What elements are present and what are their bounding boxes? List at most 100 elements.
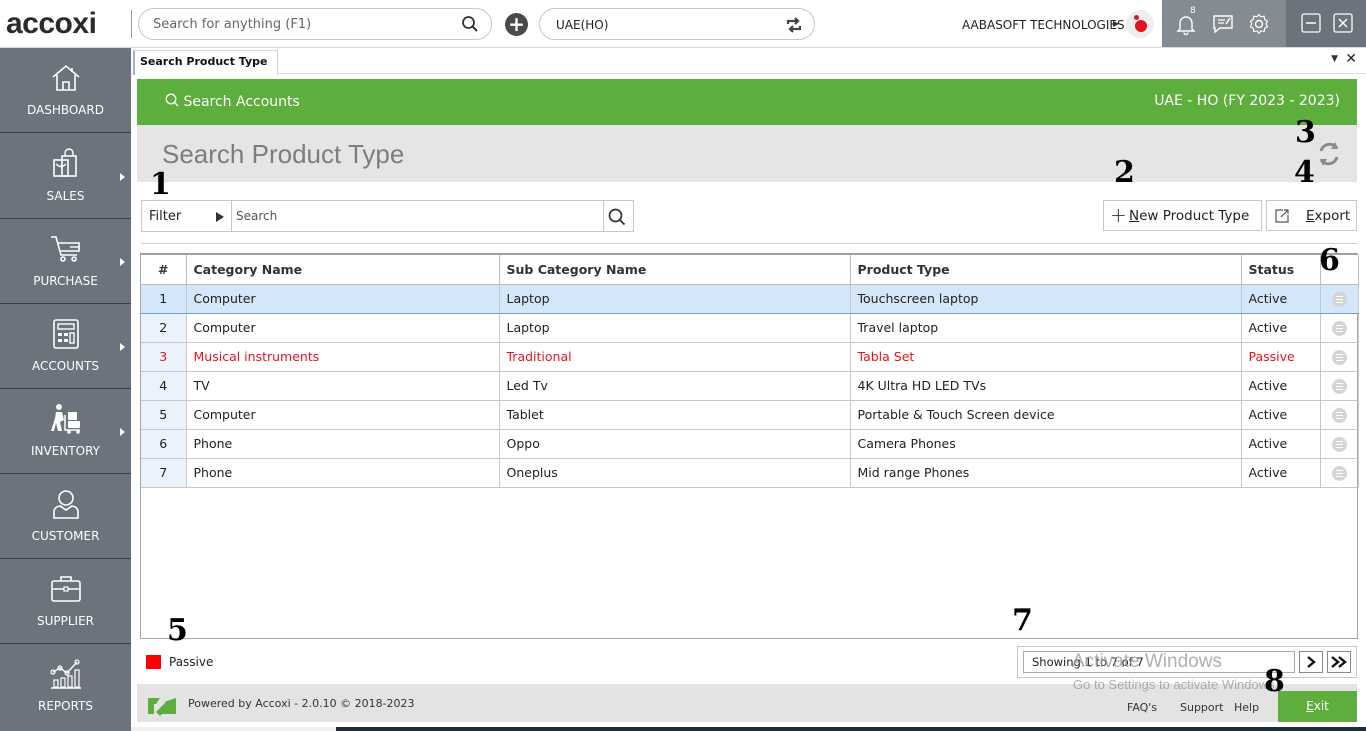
category-cell: Computer — [186, 313, 500, 343]
bell-icon[interactable] — [1176, 13, 1196, 38]
close-window-icon[interactable] — [1333, 13, 1353, 36]
row-menu-icon[interactable] — [1331, 291, 1347, 307]
table-row[interactable]: 3 Musical instruments Traditional Tabla Set… — [141, 342, 1359, 372]
sidebar-item-sales[interactable]: SALES — [0, 134, 131, 219]
tab-list-dropdown-icon[interactable]: ▼ — [1331, 54, 1338, 64]
submenu-arrow-icon — [120, 258, 125, 266]
row-menu-icon[interactable] — [1331, 465, 1347, 481]
filter-expand-icon[interactable] — [216, 212, 224, 222]
product-type-cell: Travel laptop — [850, 313, 1242, 343]
global-search-placeholder: Search for anything (F1) — [153, 17, 312, 32]
status-cell: Active — [1241, 458, 1321, 488]
column-header-category[interactable]: Category Name — [186, 255, 500, 285]
company-name[interactable]: AABASOFT TECHNOLOGIES — [962, 18, 1125, 32]
table-row[interactable]: 5 Computer Tablet Portable & Touch Screen d… — [141, 400, 1359, 430]
gear-icon[interactable] — [1248, 13, 1270, 38]
global-search-input[interactable]: Search for anything (F1) — [138, 8, 492, 40]
column-header-sub-category[interactable]: Sub Category Name — [499, 255, 851, 285]
table-row[interactable]: 2 Computer Laptop Travel laptop Active — [141, 313, 1359, 343]
row-number: 1 — [141, 284, 187, 314]
sidebar-item-customer[interactable]: CUSTOMER — [0, 474, 131, 559]
sidebar-item-inventory[interactable]: INVENTORY — [0, 389, 131, 474]
export-icon — [1274, 208, 1290, 228]
sidebar-item-accounts[interactable]: ACCOUNTS — [0, 304, 131, 389]
company-caret-icon[interactable]: ▶ — [1113, 19, 1119, 28]
search-accounts-link[interactable]: Search Accounts — [165, 93, 300, 110]
annotation-marker-6: 6 — [1319, 243, 1340, 278]
sidebar-item-purchase[interactable]: PURCHASE — [0, 219, 131, 304]
sidebar-item-reports[interactable]: REPORTS — [0, 644, 131, 729]
table-row[interactable]: 4 TV Led Tv 4K Ultra HD LED TVs Active — [141, 371, 1359, 401]
user-icon — [53, 490, 79, 519]
sub-category-cell: Laptop — [499, 313, 851, 343]
os-taskbar — [131, 727, 1366, 731]
search-icon[interactable] — [461, 15, 479, 36]
sidebar-label: REPORTS — [37, 699, 93, 713]
sidebar-item-dashboard[interactable]: DASHBOARD — [0, 48, 131, 133]
status-cell: Active — [1241, 371, 1321, 401]
column-header-product-type[interactable]: Product Type — [850, 255, 1242, 285]
user-avatar[interactable] — [1126, 10, 1154, 38]
shopping-bag-icon — [53, 148, 77, 177]
category-cell: Computer — [186, 284, 500, 314]
window-controls — [1286, 0, 1366, 47]
message-icon[interactable] — [1212, 13, 1234, 38]
row-number: 5 — [141, 400, 187, 430]
column-header-number[interactable]: # — [141, 255, 187, 285]
table-row[interactable]: 1 Computer Laptop Touchscreen laptop Active — [141, 284, 1359, 314]
table-row[interactable]: 7 Phone Oneplus Mid range Phones Active — [141, 458, 1359, 488]
new-product-type-button[interactable]: + New Product Type — [1103, 200, 1262, 231]
last-page-button[interactable] — [1327, 651, 1351, 673]
row-actions-cell — [1320, 400, 1359, 430]
powered-by-text: Powered by Accoxi - 2.0.10 © 2018-2023 — [188, 697, 415, 710]
support-link[interactable]: Support — [1180, 701, 1223, 714]
row-menu-icon[interactable] — [1331, 378, 1347, 394]
category-cell: Musical instruments — [186, 342, 500, 372]
row-menu-icon[interactable] — [1331, 436, 1347, 452]
status-cell: Active — [1241, 429, 1321, 459]
faqs-link[interactable]: FAQ's — [1127, 701, 1157, 714]
status-cell: Active — [1241, 284, 1321, 314]
row-menu-icon[interactable] — [1331, 349, 1347, 365]
tab-search-product-type[interactable]: Search Product Type — [133, 50, 279, 75]
add-new-icon[interactable]: + — [505, 13, 528, 36]
row-actions-cell — [1320, 429, 1359, 459]
minimize-icon[interactable] — [1301, 13, 1321, 36]
product-type-cell: Portable & Touch Screen device — [850, 400, 1242, 430]
activate-windows-watermark: Activate Windows — [1072, 651, 1222, 672]
sub-category-cell: Led Tv — [499, 371, 851, 401]
sub-category-cell: Laptop — [499, 284, 851, 314]
category-cell: Computer — [186, 400, 500, 430]
search-accounts-label: Search Accounts — [183, 94, 300, 110]
new-button-accesskey: N — [1129, 208, 1140, 224]
annotation-marker-4: 4 — [1294, 155, 1315, 190]
row-menu-icon[interactable] — [1331, 320, 1347, 336]
close-tab-icon[interactable]: ✕ — [1345, 51, 1357, 67]
chevron-right-icon — [1307, 656, 1316, 668]
annotation-marker-2: 2 — [1114, 155, 1135, 190]
export-button[interactable]: Export — [1266, 200, 1357, 231]
row-menu-icon[interactable] — [1331, 407, 1347, 423]
search-input[interactable] — [236, 204, 602, 228]
branch-selector[interactable]: UAE(HO) — [539, 8, 815, 40]
product-type-cell: Touchscreen laptop — [850, 284, 1242, 314]
table-header-row: # Category Name Sub Category Name Produc… — [141, 255, 1359, 285]
sidebar-label: SUPPLIER — [36, 614, 95, 628]
refresh-icon[interactable] — [1315, 139, 1343, 172]
next-page-button[interactable] — [1299, 651, 1323, 673]
search-button[interactable] — [606, 206, 632, 228]
notification-count: 8 — [1190, 6, 1196, 16]
product-type-cell: Mid range Phones — [850, 458, 1242, 488]
column-header-status[interactable]: Status — [1241, 255, 1321, 285]
export-button-label: xport — [1314, 208, 1351, 224]
search-icon — [165, 93, 179, 107]
help-link[interactable]: Help — [1234, 701, 1259, 714]
switch-branch-icon[interactable] — [784, 15, 804, 38]
accoxi-footer-logo — [146, 694, 178, 721]
table-row[interactable]: 6 Phone Oppo Camera Phones Active — [141, 429, 1359, 459]
filter-toggle[interactable]: Filter — [149, 209, 181, 224]
app-logo: accoxi — [6, 7, 97, 40]
exit-button[interactable]: Exit — [1278, 691, 1357, 722]
sidebar-item-supplier[interactable]: SUPPLIER — [0, 559, 131, 644]
passive-legend-label: Passive — [169, 655, 214, 669]
